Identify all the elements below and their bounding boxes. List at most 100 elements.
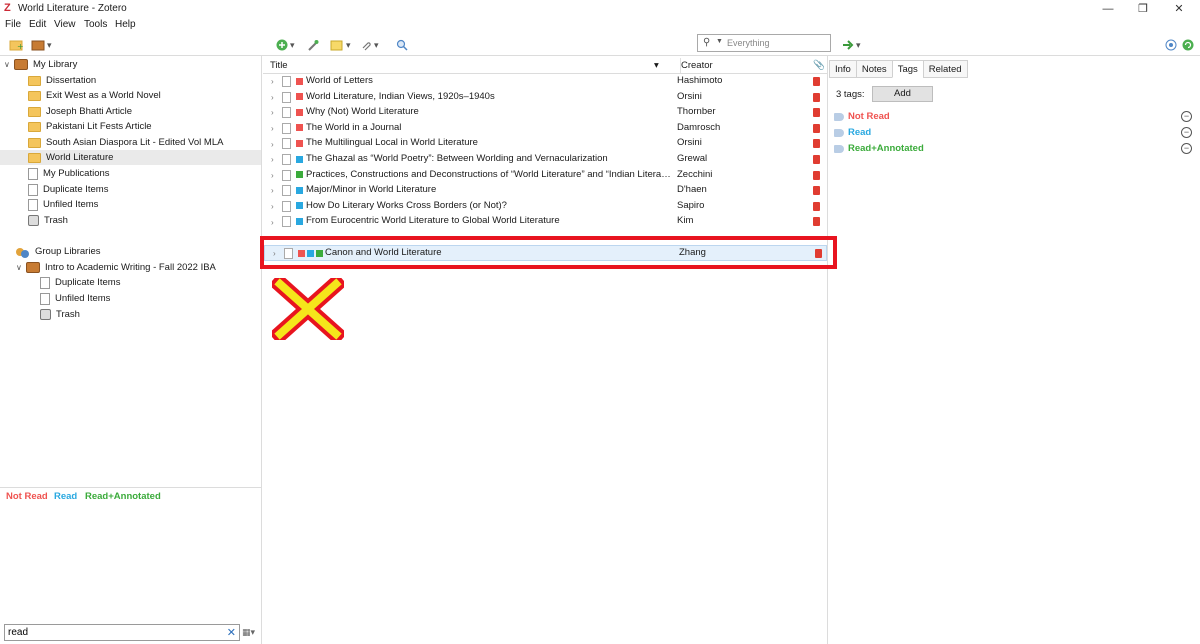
row-tag-colors bbox=[296, 108, 303, 116]
tree-group-intro-academic-writing[interactable]: ∨ Intro to Academic Writing - Fall 2022 … bbox=[16, 260, 260, 275]
row-expand-chevron-icon[interactable]: › bbox=[271, 202, 274, 211]
row-expand-chevron-icon[interactable]: › bbox=[271, 108, 274, 117]
locate-button[interactable]: ▾ bbox=[842, 38, 861, 52]
column-header-title[interactable]: Title bbox=[270, 58, 670, 73]
tree-group-unfiled-items[interactable]: Unfiled Items bbox=[40, 291, 260, 306]
tags-count-label: 3 tags: bbox=[836, 89, 865, 100]
title-bar: Z World Literature - Zotero — ❐ ✕ bbox=[0, 0, 1200, 18]
tree-label: Intro to Academic Writing - Fall 2022 IB… bbox=[45, 262, 216, 273]
new-collection-button[interactable]: + bbox=[9, 38, 23, 52]
pdf-attachment-icon[interactable] bbox=[813, 123, 820, 133]
tree-group-duplicate-items[interactable]: Duplicate Items bbox=[40, 275, 260, 290]
row-expand-chevron-icon[interactable]: › bbox=[271, 155, 274, 164]
pdf-attachment-icon[interactable] bbox=[813, 186, 820, 196]
column-header-creator[interactable]: Creator bbox=[680, 58, 810, 73]
item-tag-read[interactable]: Read bbox=[834, 126, 871, 139]
tag-selector-read-annotated[interactable]: Read+Annotated bbox=[85, 491, 161, 502]
add-tag-button[interactable]: Add bbox=[872, 86, 933, 102]
tree-collection-exit-west[interactable]: Exit West as a World Novel bbox=[28, 88, 260, 103]
tab-tags[interactable]: Tags bbox=[891, 60, 924, 78]
search-field[interactable]: ⚲ ▼ Everything bbox=[697, 34, 831, 52]
tag-filter-input[interactable] bbox=[5, 625, 215, 640]
tab-info[interactable]: Info bbox=[829, 60, 857, 78]
table-row[interactable]: › The Multilingual Local in World Literat… bbox=[263, 136, 828, 152]
remove-tag-button[interactable]: − bbox=[1181, 143, 1192, 154]
tree-duplicate-items[interactable]: Duplicate Items bbox=[28, 182, 260, 197]
tree-collection-south-asian-diaspora[interactable]: South Asian Diaspora Lit - Edited Vol ML… bbox=[28, 135, 260, 150]
pdf-attachment-icon[interactable] bbox=[813, 77, 820, 86]
attachments-column-icon[interactable]: 📎 bbox=[813, 58, 825, 73]
row-expand-chevron-icon[interactable]: › bbox=[271, 171, 274, 180]
pdf-attachment-icon[interactable] bbox=[813, 92, 820, 102]
item-tag-not-read[interactable]: Not Read bbox=[834, 110, 890, 123]
remove-tag-button[interactable]: − bbox=[1181, 111, 1192, 122]
tag-selector-read[interactable]: Read bbox=[54, 491, 77, 502]
table-row[interactable]: › How Do Literary Works Cross Borders (or… bbox=[263, 199, 828, 215]
table-row[interactable]: › Major/Minor in World Literature D'haen bbox=[263, 183, 828, 199]
pdf-attachment-icon[interactable] bbox=[813, 155, 820, 164]
tag-filter-field[interactable]: ✕ bbox=[4, 624, 240, 641]
menu-help[interactable]: Help bbox=[115, 19, 136, 30]
menu-file[interactable]: File bbox=[5, 19, 21, 30]
pdf-attachment-icon[interactable] bbox=[813, 217, 820, 227]
table-row[interactable]: › The World in a Journal Damrosch bbox=[263, 121, 828, 137]
add-by-identifier-button[interactable] bbox=[307, 38, 319, 52]
tree-label: Unfiled Items bbox=[55, 293, 111, 304]
close-button[interactable]: ✕ bbox=[1172, 2, 1186, 16]
maximize-button[interactable]: ❐ bbox=[1136, 2, 1150, 16]
tree-label: Unfiled Items bbox=[43, 199, 99, 210]
row-expand-chevron-icon[interactable]: › bbox=[271, 93, 274, 102]
menu-tools[interactable]: Tools bbox=[84, 19, 107, 30]
item-tag-read-annotated[interactable]: Read+Annotated bbox=[834, 142, 924, 155]
tab-related[interactable]: Related bbox=[922, 60, 968, 78]
row-expand-chevron-icon[interactable]: › bbox=[271, 218, 274, 227]
row-expand-chevron-icon[interactable]: › bbox=[271, 124, 274, 133]
search-mode-dropdown-icon[interactable]: ▼ bbox=[716, 38, 723, 45]
remove-tag-button[interactable]: − bbox=[1181, 127, 1192, 138]
minimize-button[interactable]: — bbox=[1101, 2, 1115, 16]
menu-edit[interactable]: Edit bbox=[29, 19, 46, 30]
add-attachment-button[interactable]: ▾ bbox=[360, 38, 379, 52]
tree-collection-pakistani-lit-fests[interactable]: Pakistani Lit Fests Article bbox=[28, 119, 260, 134]
tag-icon bbox=[834, 128, 844, 137]
chevron-down-icon[interactable]: ∨ bbox=[4, 60, 14, 69]
tree-trash[interactable]: Trash bbox=[28, 213, 260, 228]
pdf-attachment-icon[interactable] bbox=[813, 201, 820, 211]
table-row[interactable]: › The Ghazal as “World Poetry”: Between W… bbox=[263, 152, 828, 168]
clear-filter-icon[interactable]: ✕ bbox=[227, 626, 236, 639]
sync-status-button[interactable] bbox=[1165, 38, 1177, 52]
tree-collection-joseph-bhatti[interactable]: Joseph Bhatti Article bbox=[28, 104, 260, 119]
row-expand-chevron-icon[interactable]: › bbox=[271, 77, 274, 86]
pdf-attachment-icon[interactable] bbox=[813, 108, 820, 118]
table-row[interactable]: › Practices, Constructions and Deconstruc… bbox=[263, 168, 828, 184]
row-expand-chevron-icon[interactable]: › bbox=[271, 186, 274, 195]
tree-collection-world-literature[interactable]: World Literature bbox=[0, 150, 261, 165]
new-note-button[interactable]: ▾ bbox=[330, 38, 351, 52]
table-row[interactable]: › World of Letters Hashimoto bbox=[263, 74, 828, 90]
menu-view[interactable]: View bbox=[54, 19, 76, 30]
tab-notes[interactable]: Notes bbox=[855, 60, 893, 78]
row-tag-colors bbox=[296, 171, 303, 179]
tree-my-library[interactable]: ∨ My Library bbox=[4, 57, 260, 72]
tag-selector-menu-button[interactable]: ▦▾ bbox=[242, 627, 255, 638]
table-row[interactable]: › From Eurocentric World Literature to Gl… bbox=[263, 214, 828, 230]
pdf-attachment-icon[interactable] bbox=[813, 170, 820, 180]
tree-group-trash[interactable]: Trash bbox=[40, 307, 260, 322]
tree-my-publications[interactable]: My Publications bbox=[28, 166, 260, 181]
table-row[interactable]: › Why (Not) World Literature Thornber bbox=[263, 105, 828, 121]
pdf-attachment-icon[interactable] bbox=[813, 139, 820, 149]
new-library-button[interactable]: ▾ bbox=[31, 38, 52, 52]
sort-arrow-icon[interactable]: ▾ bbox=[654, 58, 659, 73]
tree-unfiled-items[interactable]: Unfiled Items bbox=[28, 197, 260, 212]
items-table-header: Title ▾ Creator 📎 bbox=[263, 56, 828, 74]
library-icon bbox=[14, 59, 28, 70]
advanced-search-button[interactable] bbox=[396, 38, 408, 52]
row-expand-chevron-icon[interactable]: › bbox=[271, 140, 274, 149]
new-item-button[interactable]: ▾ bbox=[276, 38, 295, 52]
journal-article-icon bbox=[282, 91, 291, 103]
table-row[interactable]: › World Literature, Indian Views, 1920s–1… bbox=[263, 90, 828, 106]
tree-collection-dissertation[interactable]: Dissertation bbox=[28, 73, 260, 88]
tag-selector-not-read[interactable]: Not Read bbox=[6, 491, 48, 502]
chevron-down-icon[interactable]: ∨ bbox=[16, 263, 26, 272]
sync-button[interactable] bbox=[1182, 38, 1194, 52]
